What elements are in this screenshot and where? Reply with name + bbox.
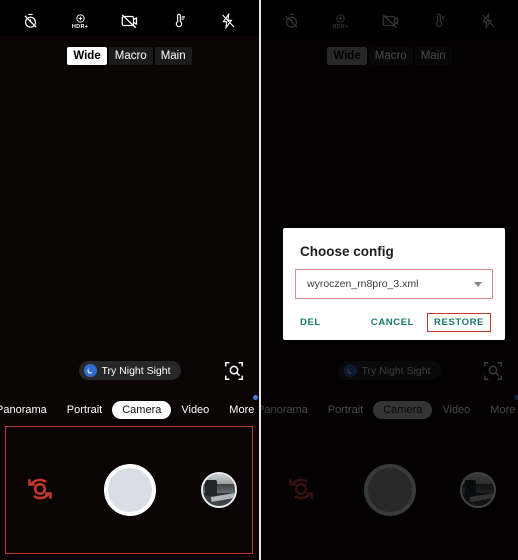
mode-tab-more[interactable]: More: [219, 395, 259, 419]
mode-tab-more-label: More: [229, 404, 255, 416]
config-select[interactable]: wyroczen_rn8pro_3.xml: [298, 272, 490, 296]
delete-button[interactable]: DEL: [297, 313, 324, 332]
moon-icon: [83, 364, 97, 377]
left-phone-screen: HDR+ Wide Macro Main Try Night Sight Pan…: [0, 0, 259, 560]
config-select-value: wyroczen_rn8pro_3.xml: [307, 278, 419, 290]
dual-screenshot-comparison: HDR+ Wide Macro Main Try Night Sight Pan…: [0, 0, 518, 560]
mode-tab-panorama[interactable]: Panorama: [0, 401, 57, 419]
timer-off-icon[interactable]: [19, 9, 43, 33]
dialog-title: Choose config: [300, 244, 394, 259]
lens-selector: Wide Macro Main: [0, 47, 259, 65]
more-badge-dot: [253, 395, 259, 400]
camera-shutter-bar: [0, 440, 259, 540]
dialog-actions: DEL CANCEL RESTORE: [283, 313, 505, 332]
hdr-plus-label: HDR+: [71, 23, 89, 30]
camera-top-toolbar: HDR+: [0, 0, 259, 42]
gallery-thumbnail[interactable]: [200, 472, 237, 508]
lens-chip-wide[interactable]: Wide: [67, 47, 107, 65]
annotation-box-config-select: wyroczen_rn8pro_3.xml: [295, 269, 493, 299]
try-night-sight-button[interactable]: Try Night Sight: [78, 361, 181, 380]
choose-config-dialog: Choose config wyroczen_rn8pro_3.xml DEL …: [283, 228, 505, 340]
night-sight-label: Try Night Sight: [101, 364, 171, 377]
hdr-plus-icon[interactable]: HDR+: [68, 9, 92, 33]
lens-chip-main[interactable]: Main: [154, 47, 192, 65]
cancel-button[interactable]: CANCEL: [368, 313, 417, 332]
motion-off-icon[interactable]: [117, 9, 141, 33]
mode-tab-video[interactable]: Video: [171, 401, 219, 419]
chevron-down-icon: [474, 281, 482, 287]
right-phone-screen: HDR+ Wide Macro Main: [259, 0, 518, 560]
mode-tab-bar: Panorama Portrait Camera Video More: [0, 395, 259, 422]
shutter-button[interactable]: [104, 464, 157, 516]
white-balance-icon[interactable]: [167, 9, 191, 33]
restore-button[interactable]: RESTORE: [427, 313, 491, 332]
flip-camera-icon[interactable]: [22, 471, 60, 509]
mode-tab-portrait[interactable]: Portrait: [57, 401, 112, 419]
magnifier-expand-icon[interactable]: [223, 360, 245, 382]
lens-chip-macro[interactable]: Macro: [108, 47, 153, 65]
flash-off-icon[interactable]: [216, 9, 240, 33]
mode-tab-camera[interactable]: Camera: [112, 401, 172, 419]
